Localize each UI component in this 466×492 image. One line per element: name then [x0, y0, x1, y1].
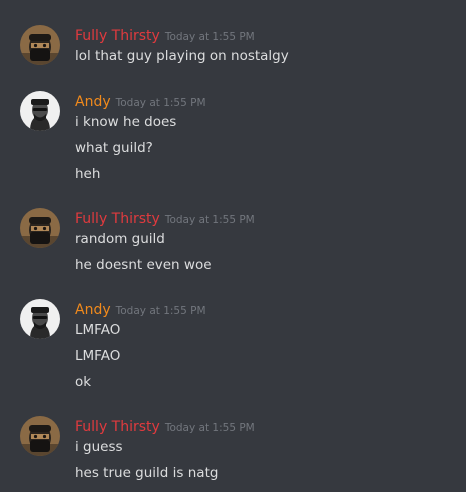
masked-man-avatar-icon[interactable]	[20, 416, 60, 456]
message-text: hes true guild is natg	[75, 465, 219, 481]
username[interactable]: Fully Thirsty	[75, 211, 160, 227]
message-text: i guess	[75, 439, 123, 455]
timestamp: Today at 1:55 PM	[115, 97, 206, 109]
message-header: Fully Thirsty Today at 1:55 PM	[75, 416, 255, 435]
username[interactable]: Andy	[75, 94, 111, 110]
message-text: ok	[75, 374, 92, 390]
message-text: random guild	[75, 231, 165, 247]
message-header: Fully Thirsty Today at 1:55 PM	[75, 25, 255, 44]
message-text: heh	[75, 166, 101, 182]
username[interactable]: Fully Thirsty	[75, 28, 160, 44]
username[interactable]: Fully Thirsty	[75, 419, 160, 435]
message-text: LMFAO	[75, 348, 121, 364]
message-text: he doesnt even woe	[75, 257, 212, 273]
timestamp: Today at 1:55 PM	[164, 31, 255, 43]
masked-man-avatar-icon[interactable]	[20, 208, 60, 248]
snoop-dogg-avatar-icon[interactable]	[20, 91, 60, 131]
message-text: i know he does	[75, 114, 177, 130]
timestamp: Today at 1:55 PM	[164, 422, 255, 434]
message-text: lol that guy playing on nostalgy	[75, 48, 289, 64]
masked-man-avatar-icon[interactable]	[20, 25, 60, 65]
snoop-dogg-avatar-icon[interactable]	[20, 299, 60, 339]
timestamp: Today at 1:55 PM	[115, 305, 206, 317]
message-header: Fully Thirsty Today at 1:55 PM	[75, 208, 255, 227]
timestamp: Today at 1:55 PM	[164, 214, 255, 226]
chat-messages: Fully Thirsty Today at 1:55 PM lol that g…	[0, 0, 466, 492]
username[interactable]: Andy	[75, 302, 111, 318]
message-text: LMFAO	[75, 322, 121, 338]
message-header: Andy Today at 1:55 PM	[75, 299, 206, 318]
message-text: what guild?	[75, 140, 153, 156]
message-header: Andy Today at 1:55 PM	[75, 91, 206, 110]
